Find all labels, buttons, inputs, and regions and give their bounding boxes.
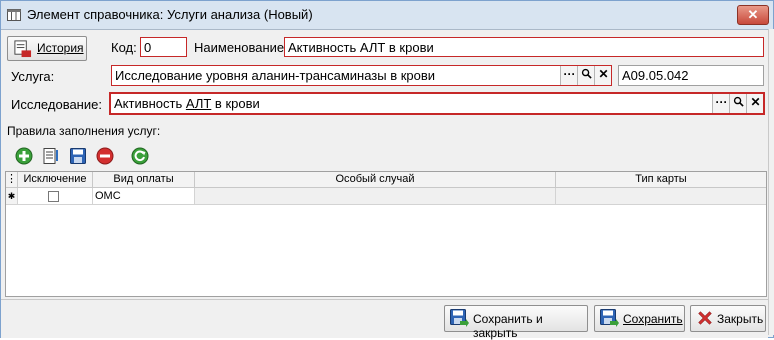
window-right-edge: [768, 29, 774, 335]
close-button[interactable]: Закрыть: [690, 305, 766, 332]
save-icon: [600, 309, 619, 327]
card-type-cell[interactable]: [556, 188, 766, 205]
payment-type-cell[interactable]: ОМС: [93, 188, 195, 205]
save-and-close-label: Сохранить и закрыть: [473, 312, 543, 340]
rules-label: Правила заполнения услуг:: [7, 124, 161, 138]
save-label: Сохранить: [623, 312, 683, 326]
close-label: Закрыть: [717, 312, 764, 326]
service-search-icon[interactable]: [577, 66, 595, 85]
service-clear-icon[interactable]: ✕: [594, 66, 611, 85]
edit-icon[interactable]: [42, 147, 60, 165]
dialog-window: Элемент справочника: Услуги анализа (Нов…: [0, 0, 774, 340]
study-search-icon[interactable]: [729, 94, 747, 113]
refresh-icon[interactable]: [131, 147, 149, 165]
service-code-field: A09.05.042: [618, 65, 764, 86]
study-value-post: в крови: [211, 96, 260, 111]
window-close-button[interactable]: ✕: [737, 5, 769, 25]
study-select-button[interactable]: ···: [712, 94, 730, 113]
study-label: Исследование:: [11, 97, 102, 112]
delete-icon[interactable]: [96, 147, 114, 165]
study-value-pre: Активность: [114, 96, 186, 111]
add-icon[interactable]: [15, 147, 33, 165]
name-input[interactable]: Активность АЛТ в крови: [284, 37, 764, 57]
title-bar: Элемент справочника: Услуги анализа (Нов…: [1, 1, 773, 30]
code-label: Код:: [111, 40, 137, 55]
save-and-close-button[interactable]: Сохранить и закрыть: [444, 305, 588, 340]
exclusion-cell[interactable]: [18, 188, 93, 205]
save-close-icon: [450, 309, 469, 327]
study-value-abbr: АЛТ: [185, 96, 212, 111]
code-input[interactable]: 0: [140, 37, 187, 57]
column-header-special-case[interactable]: Особый случай: [195, 172, 556, 188]
history-icon: [14, 40, 32, 58]
history-button-label: История: [37, 41, 84, 55]
special-case-cell[interactable]: [195, 188, 556, 205]
column-header-payment-type[interactable]: Вид оплаты: [93, 172, 195, 188]
close-x-icon: [698, 311, 712, 325]
service-input[interactable]: Исследование уровня аланин-трансаминазы …: [111, 65, 612, 86]
name-label: Наименование:: [194, 40, 288, 55]
history-button[interactable]: История: [7, 36, 87, 61]
study-clear-icon[interactable]: ✕: [746, 94, 763, 113]
column-header-card-type[interactable]: Тип карты: [556, 172, 766, 188]
service-label: Услуга:: [11, 69, 55, 84]
row-marker[interactable]: ✱: [6, 188, 18, 205]
column-header-exclusion[interactable]: Исключение: [18, 172, 93, 188]
service-value: Исследование уровня аланин-трансаминазы …: [115, 68, 436, 83]
window-title: Элемент справочника: Услуги анализа (Нов…: [27, 7, 313, 22]
table-row-selector-header[interactable]: ⋮: [6, 172, 18, 188]
save-button[interactable]: Сохранить: [594, 305, 685, 332]
rules-table[interactable]: ⋮ Исключение Вид оплаты Особый случай Ти…: [5, 171, 767, 297]
table-icon: [7, 9, 21, 21]
save-row-icon[interactable]: [69, 147, 87, 165]
service-select-button[interactable]: ···: [560, 66, 578, 85]
exclusion-checkbox[interactable]: [48, 191, 59, 202]
study-input[interactable]: Активность АЛТ в крови ··· ✕: [109, 92, 765, 115]
